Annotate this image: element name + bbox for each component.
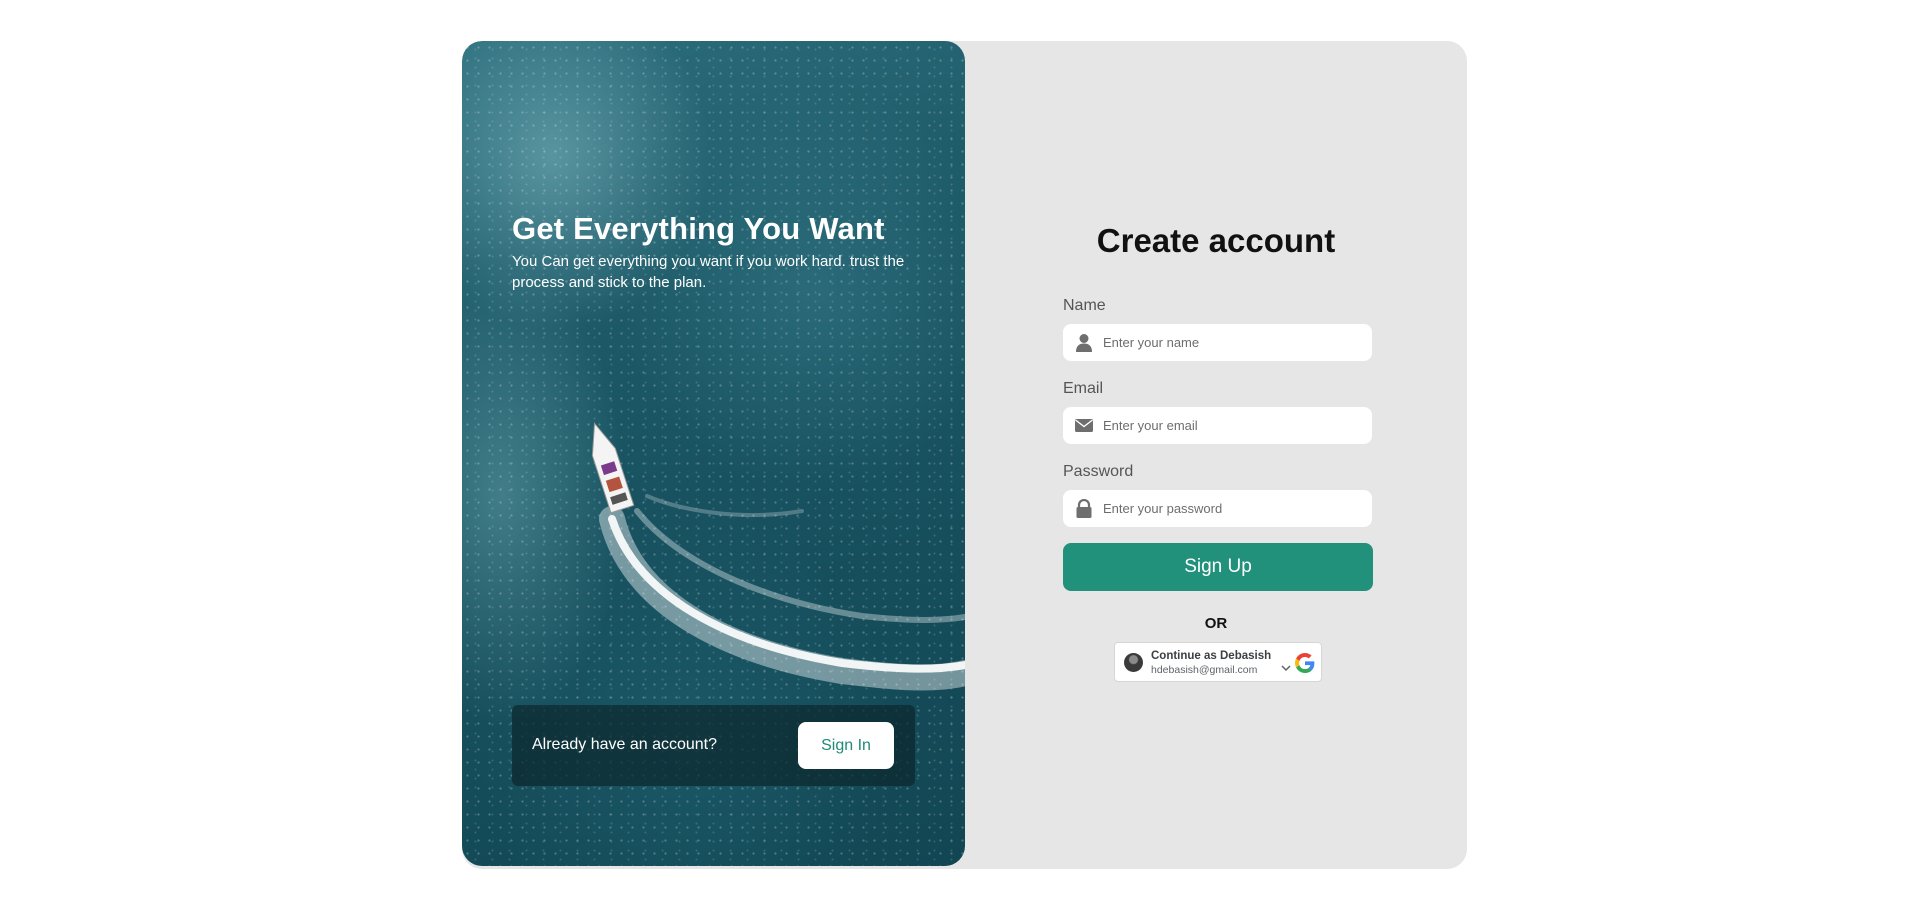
email-input[interactable] [1103,407,1363,444]
hero-subtitle: You Can get everything you want if you w… [512,253,905,291]
sign-in-button[interactable]: Sign In [798,722,894,769]
signup-card: Get Everything You Want You Can get ever… [462,41,1467,869]
envelope-icon [1075,419,1093,432]
google-one-tap-button[interactable]: Continue as Debasish hdebasish@gmail.com [1114,642,1322,682]
email-field-wrapper [1063,407,1372,444]
chevron-down-icon[interactable] [1281,664,1291,672]
signin-prompt-text: Already have an account? [532,736,718,753]
password-input[interactable] [1103,490,1363,527]
signin-prompt-bar: Already have an account? Sign In [512,705,915,786]
name-label: Name [1063,297,1106,314]
name-field-wrapper [1063,324,1372,361]
avatar [1124,653,1143,672]
form-title: Create account [1096,222,1336,259]
google-account-name: Continue as Debasish [1151,650,1272,662]
password-label: Password [1063,463,1134,480]
google-account-email: hdebasish@gmail.com [1151,664,1258,676]
email-label: Email [1063,380,1104,397]
boat-icon [591,422,635,514]
hero-title: Get Everything You Want [512,211,885,246]
hero-image-panel: Get Everything You Want You Can get ever… [462,41,965,866]
lock-icon [1076,499,1092,518]
user-icon [1076,334,1092,352]
name-input[interactable] [1103,324,1363,361]
or-divider-text: OR [1204,615,1228,632]
password-field-wrapper [1063,490,1372,527]
sign-up-button[interactable]: Sign Up [1063,543,1373,591]
google-logo-icon [1295,653,1315,673]
